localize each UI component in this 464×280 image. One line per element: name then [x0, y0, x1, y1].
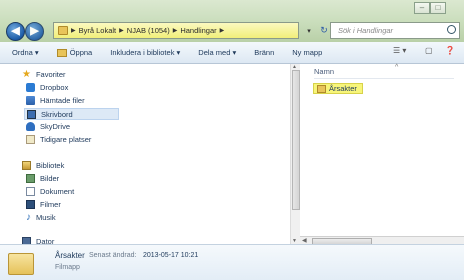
column-divider — [314, 78, 454, 79]
column-sort-chevron-icon[interactable]: ^ — [395, 64, 398, 71]
sidebar-item-label: Dokument — [40, 187, 75, 196]
downloads-icon — [26, 96, 35, 105]
sidebar-item-desktop[interactable]: Skrivbord — [24, 108, 119, 120]
new-folder-label: Ny mapp — [292, 48, 323, 57]
search-icon[interactable] — [447, 25, 456, 34]
sidebar-item-dropbox[interactable]: Dropbox — [26, 83, 68, 92]
skydrive-icon — [26, 122, 35, 131]
folder-icon — [317, 84, 326, 93]
search-input[interactable]: Sök i Handlingar — [330, 22, 460, 39]
list-item[interactable]: Årsakter — [313, 83, 363, 94]
music-icon: ♪ — [26, 212, 31, 223]
scrollbar-thumb[interactable] — [292, 70, 300, 210]
recent-places-icon — [26, 135, 35, 144]
star-icon: ★ — [22, 69, 31, 80]
sidebar-item-favorites[interactable]: ★ Favoriter — [22, 69, 66, 80]
include-label: Inkludera i bibliotek ▾ — [110, 48, 181, 57]
share-with-button[interactable]: Dela med ▾ — [198, 48, 236, 57]
breadcrumb-separator-icon[interactable]: ▶ — [119, 27, 124, 34]
sidebar-item-label: SkyDrive — [40, 122, 71, 131]
search-placeholder: Sök i Handlingar — [338, 26, 394, 35]
sidebar-item-label: Skrivbord — [41, 109, 73, 119]
burn-button[interactable]: Bränn — [254, 48, 274, 57]
sidebar-item-label: Bibliotek — [36, 161, 65, 170]
details-item-name: Årsakter — [55, 251, 85, 260]
sidebar-item-music[interactable]: ♪ Musik — [26, 212, 56, 223]
navigation-buttons: ◀ ▶ — [6, 22, 48, 41]
breadcrumb-separator-icon[interactable]: ▶ — [71, 27, 76, 34]
sidebar-item-label: Dropbox — [40, 83, 69, 92]
breadcrumb-njab[interactable]: NJAB (1054) — [127, 26, 170, 35]
address-history-dropdown-icon[interactable]: ▾ — [300, 22, 318, 39]
refresh-icon[interactable]: ↻ — [317, 22, 331, 39]
view-options-icon[interactable]: ☰ ▾ — [393, 46, 406, 55]
open-button[interactable]: Öppna — [56, 48, 93, 57]
sidebar-item-documents[interactable]: Dokument — [26, 187, 74, 196]
share-label: Dela med ▾ — [198, 48, 237, 57]
scroll-left-icon[interactable]: ◀ — [302, 237, 307, 244]
window-controls: – □ — [414, 2, 446, 14]
folder-icon — [58, 26, 68, 35]
back-button[interactable]: ◀ — [6, 22, 25, 41]
details-modified-label: Senast ändrad: — [89, 252, 137, 259]
sidebar-item-label: Hämtade filer — [40, 96, 85, 105]
sidebar-item-libraries[interactable]: Bibliotek — [22, 161, 64, 170]
minimize-button[interactable]: – — [414, 2, 430, 14]
libraries-icon — [22, 161, 31, 170]
documents-icon — [26, 187, 35, 196]
address-bar[interactable]: ▶ Byrå Lokalt ▶ NJAB (1054) ▶ Handlingar… — [53, 22, 299, 39]
open-label: Öppna — [69, 48, 93, 57]
breadcrumb-byra-lokalt[interactable]: Byrå Lokalt — [79, 26, 117, 35]
pictures-icon — [26, 174, 35, 183]
organize-label: Ordna ▾ — [12, 48, 39, 57]
sidebar-item-label: Favoriter — [35, 70, 66, 79]
sidebar-item-label: Musik — [36, 213, 56, 222]
navigation-pane: ★ Favoriter Dropbox Hämtade filer Skrivbo… — [0, 64, 290, 246]
new-folder-button[interactable]: Ny mapp — [292, 48, 322, 57]
videos-icon — [26, 200, 35, 209]
sidebar-item-downloads[interactable]: Hämtade filer — [26, 96, 85, 105]
maximize-button[interactable]: □ — [430, 2, 446, 14]
sidebar-item-label: Filmer — [40, 200, 61, 209]
sidebar-item-pictures[interactable]: Bilder — [26, 174, 59, 183]
details-item-type: Filmapp — [55, 264, 80, 271]
folder-icon — [8, 253, 34, 275]
breadcrumb-handlingar[interactable]: Handlingar — [180, 26, 216, 35]
preview-pane-icon[interactable]: ▢ — [425, 46, 433, 55]
list-item-name: Årsakter — [329, 84, 357, 93]
column-header-name[interactable]: Namn — [314, 67, 334, 76]
help-icon[interactable]: ❓ — [445, 46, 455, 55]
breadcrumb-separator-icon[interactable]: ▶ — [220, 27, 225, 34]
include-in-library-button[interactable]: Inkludera i bibliotek ▾ — [110, 48, 180, 57]
breadcrumb-separator-icon[interactable]: ▶ — [173, 27, 178, 34]
details-pane: Årsakter Senast ändrad: 2013-05-17 10:21… — [0, 244, 464, 280]
sidebar-item-label: Tidigare platser — [40, 135, 92, 144]
sidebar-item-skydrive[interactable]: SkyDrive — [26, 122, 70, 131]
sidebar-item-videos[interactable]: Filmer — [26, 200, 61, 209]
organize-button[interactable]: Ordna ▾ — [12, 48, 39, 57]
navigation-pane-scrollbar[interactable]: ▲ ▼ — [290, 64, 300, 244]
sidebar-item-recent-places[interactable]: Tidigare platser — [26, 135, 91, 144]
sidebar-item-label: Bilder — [40, 174, 60, 183]
desktop-icon — [27, 109, 36, 119]
details-modified-value: 2013-05-17 10:21 — [143, 252, 199, 259]
forward-button[interactable]: ▶ — [25, 22, 44, 41]
burn-label: Bränn — [254, 48, 275, 57]
open-icon — [56, 48, 67, 57]
dropbox-icon — [26, 83, 35, 92]
file-list-pane: ^ Namn Årsakter — [300, 64, 464, 236]
